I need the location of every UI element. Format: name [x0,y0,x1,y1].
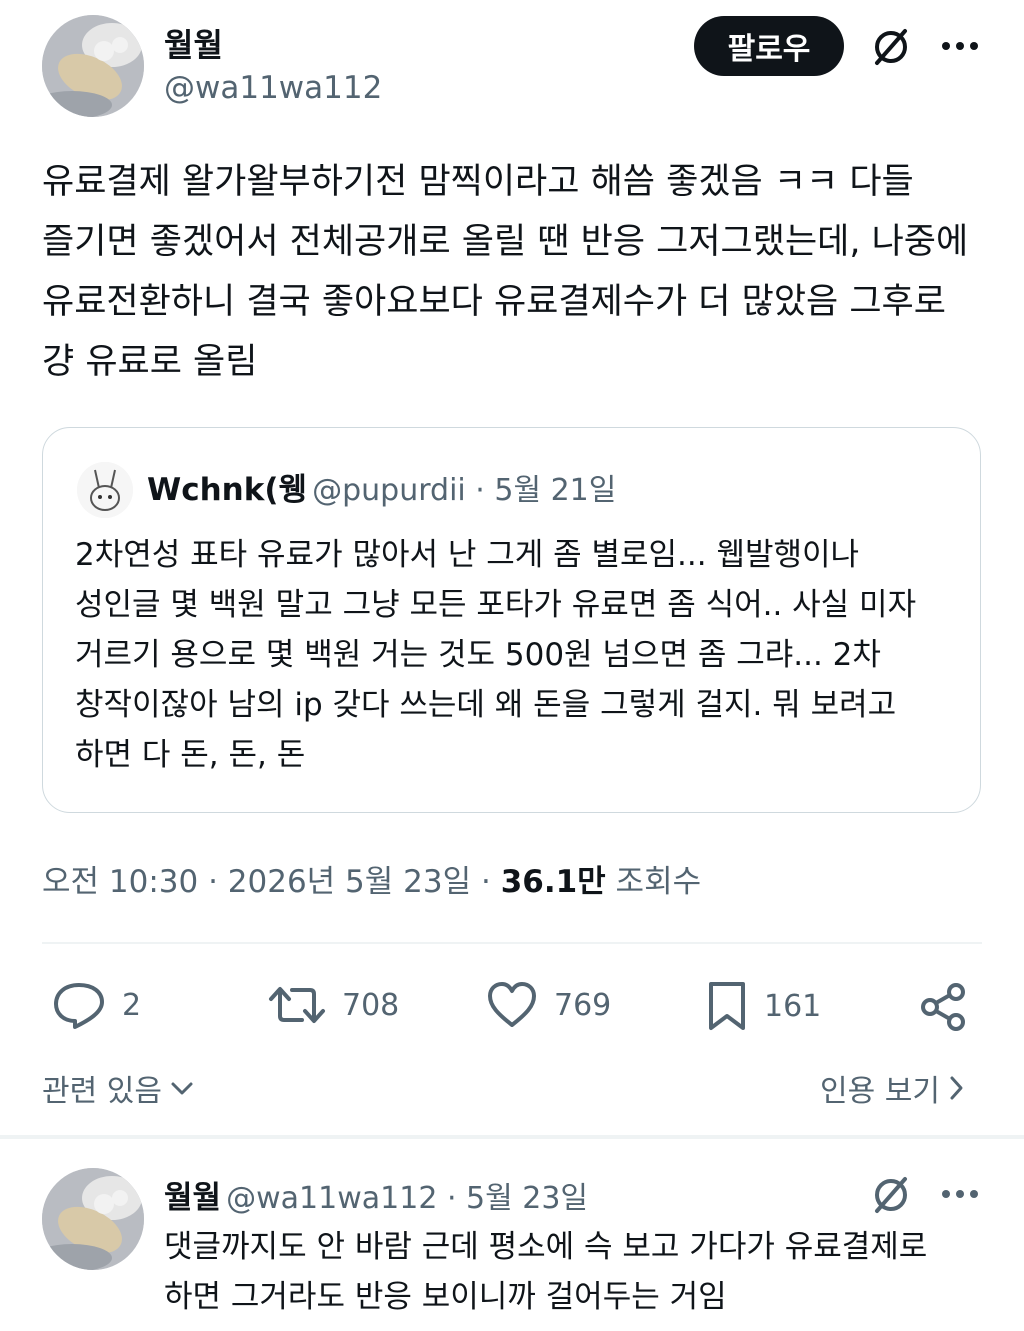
tweet-text: 유료결제 왈가왈부하기전 맘찍이라고 해씀 좋겠음 ㅋㅋ 다들 즐기면 좋겠어서… [42,162,969,382]
quoted-date: · 5월 21일 [465,473,617,508]
follow-button[interactable]: 팔로우 [694,16,844,76]
more-icon[interactable] [936,22,984,70]
like-count: 769 [554,987,612,1023]
timestamp[interactable]: 오전 10:30 · 2026년 5월 23일 · [42,864,501,900]
chevron-down-icon [171,1082,193,1095]
section-separator [0,1135,1024,1139]
reply-text: 댓글까지도 안 바람 근데 평소에 슥 보고 가다가 유료결제로 하면 그거라도… [164,1229,928,1315]
quoted-author-handle: @pupurdii [312,473,466,508]
view-quotes-label: 인용 보기 [820,1074,940,1109]
reply-avatar[interactable] [42,1168,144,1270]
reply-grok-icon[interactable] [866,1170,916,1220]
bookmark-button[interactable]: 161 [706,980,821,1032]
reply-button[interactable]: 2 [52,980,141,1030]
views-count: 36.1만 [500,864,606,900]
related-toggle[interactable]: 관련 있음 [42,1066,194,1110]
retweet-count: 708 [342,987,400,1023]
reply-more-icon[interactable] [936,1170,984,1218]
retweet-icon [269,987,325,1023]
retweet-button[interactable]: 708 [268,980,399,1030]
reply-author-handle[interactable]: @wa11wa112 [226,1181,437,1216]
reply-author-name[interactable]: 월월 [164,1180,221,1216]
bookmark-count: 161 [764,988,822,1024]
related-label: 관련 있음 [42,1074,162,1109]
reply-date[interactable]: · 5월 23일 [437,1181,588,1216]
author-name[interactable]: 월월 [164,20,223,66]
heart-icon [488,982,536,1027]
author-handle[interactable]: @wa11wa112 [164,70,382,106]
views-label: 조회수 [605,864,702,900]
quoted-avatar [77,462,133,518]
quoted-tweet[interactable]: Wchnk(웽 @pupurdii · 5월 21일 2차연성 표타 유료가 많… [42,427,981,813]
avatar[interactable] [42,15,144,117]
reply-header: 월월 @wa11wa112 · 5월 23일 [164,1172,588,1217]
divider [42,942,982,944]
tweet-meta: 오전 10:30 · 2026년 5월 23일 · 36.1만 조회수 [42,856,701,901]
bookmark-icon [709,982,745,1030]
reply-icon [54,983,104,1029]
share-icon[interactable] [916,980,970,1034]
view-quotes-link[interactable]: 인용 보기 [820,1066,964,1110]
like-button[interactable]: 769 [486,980,611,1030]
chevron-right-icon [950,1076,963,1100]
grok-icon[interactable] [866,22,916,72]
reply-count: 2 [122,987,142,1023]
quoted-author-name: Wchnk(웽 [147,472,308,508]
quoted-text: 2차연성 표타 유료가 많아서 난 그게 좀 별로임... 웹발행이나 성인글 … [75,537,917,773]
